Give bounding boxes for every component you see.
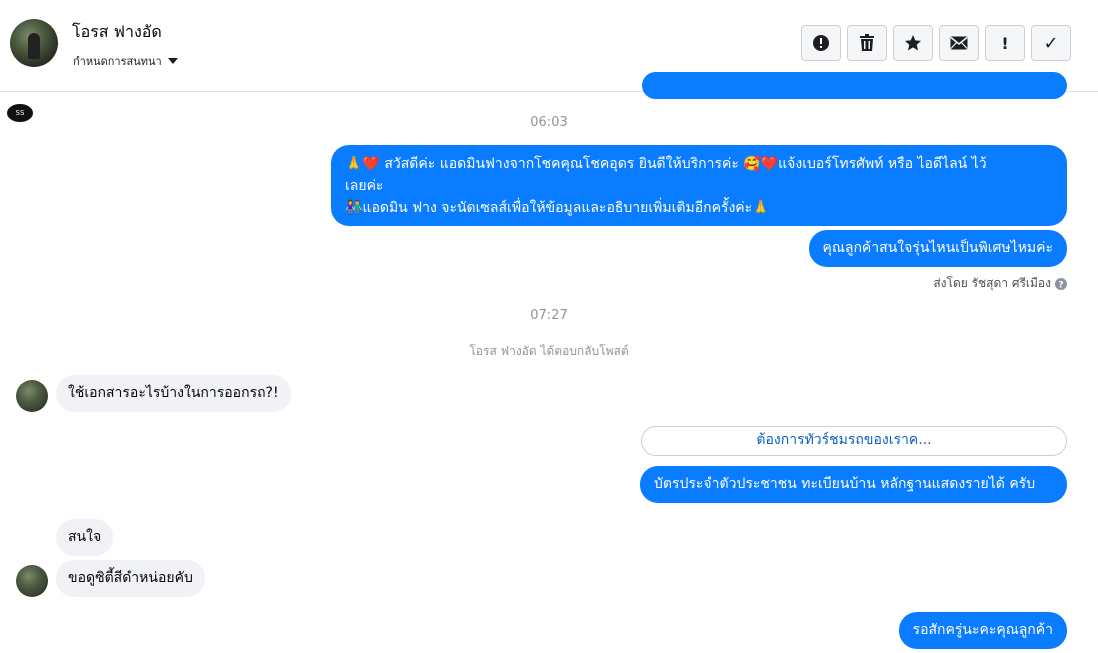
- message-thread[interactable]: SS 06:03 🙏❤️ สวัสดีค่ะ แอดมินฟางจากโชคคุ…: [0, 72, 1098, 653]
- conversation-settings-dropdown[interactable]: กำหนดการสนทนา: [73, 52, 178, 70]
- envelope-icon: [950, 36, 968, 50]
- trash-icon: [860, 34, 874, 51]
- message-bubble-outgoing[interactable]: 🙏❤️ สวัสดีค่ะ แอดมินฟางจากโชคคุณโชคอุดร …: [331, 145, 1067, 226]
- message-line: 🙏❤️ สวัสดีค่ะ แอดมินฟางจากโชคคุณโชคอุดร …: [345, 156, 987, 172]
- timestamp: 07:27: [530, 308, 568, 323]
- question-circle-icon[interactable]: ?: [1055, 277, 1067, 290]
- message-line: 👫แอดมิน ฟาง จะนัดเซลส์เพื่อให้ข้อมูลและอ…: [345, 200, 770, 216]
- conversation-settings-label: กำหนดการสนทนา: [73, 55, 162, 68]
- message-bubble-outgoing-partial: [642, 72, 1067, 99]
- message-bubble-incoming[interactable]: ขอดูซิตี้สีดำหน่อยคับ: [56, 560, 205, 597]
- message-bubble-outgoing[interactable]: บัตรประจำตัวประชาชน ทะเบียนบ้าน หลักฐานแ…: [640, 466, 1067, 503]
- contact-avatar-small[interactable]: [16, 380, 48, 412]
- star-button[interactable]: [893, 25, 933, 61]
- sent-by-text: ส่งโดย รัชสุดา ศรีเมือง: [933, 276, 1051, 290]
- message-line: เลยค่ะ: [345, 178, 384, 194]
- exclamation-icon[interactable]: !: [985, 25, 1025, 61]
- star-icon: [905, 35, 921, 51]
- sent-by-label: ส่งโดย รัชสุดา ศรีเมือง ?: [933, 274, 1067, 293]
- message-bubble-incoming[interactable]: สนใจ: [56, 519, 114, 556]
- svg-text:?: ?: [1058, 280, 1063, 290]
- quick-reply-button[interactable]: ต้องการทัวร์ชมรถของเราค...: [641, 426, 1067, 456]
- contact-name[interactable]: โอรส ฟางอัด: [72, 20, 162, 45]
- delete-button[interactable]: [847, 25, 887, 61]
- timestamp: 06:03: [530, 115, 568, 130]
- alert-circle-icon: [813, 35, 829, 51]
- caret-down-icon: [167, 58, 178, 64]
- message-bubble-outgoing[interactable]: คุณลูกค้าสนใจรุ่นไหนเป็นพิเศษไหมค่ะ: [808, 230, 1067, 267]
- mark-spam-button[interactable]: [801, 25, 841, 61]
- action-toolbar: ! ✓: [801, 25, 1071, 61]
- message-bubble-outgoing[interactable]: รอสักครู่นะคะคุณลูกค้า: [898, 612, 1067, 649]
- message-bubble-incoming[interactable]: ใช้เอกสารอะไรบ้างในการออกรถ?!: [56, 375, 291, 412]
- replied-to-post-notice[interactable]: โอรส ฟางอัด ได้ตอบกลับโพสต์: [0, 342, 1098, 361]
- contact-avatar-small[interactable]: [16, 565, 48, 597]
- contact-avatar[interactable]: [10, 19, 58, 67]
- mark-unread-button[interactable]: [939, 25, 979, 61]
- check-icon[interactable]: ✓: [1031, 25, 1071, 61]
